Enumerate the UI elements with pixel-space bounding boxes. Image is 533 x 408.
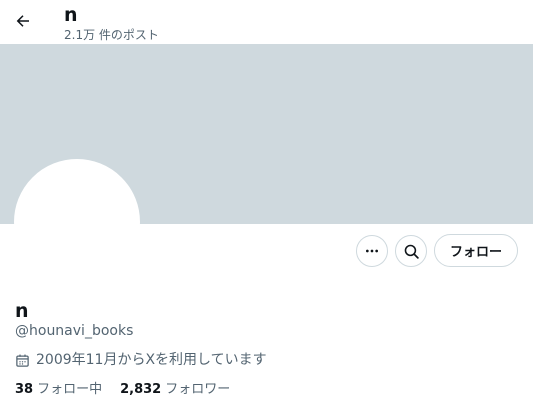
profile-handle: @hounavi_books [15, 323, 134, 339]
follow-stats: 38 フォロー中 2,832 フォロワー [15, 381, 248, 399]
arrow-left-icon [16, 15, 29, 27]
joined-text: 2009年11月からXを利用しています [36, 352, 267, 368]
back-button[interactable] [10, 8, 36, 34]
following-label: フォロー中 [37, 382, 103, 397]
search-icon [404, 244, 419, 259]
followers-link[interactable]: 2,832 フォロワー [120, 381, 230, 399]
profile-name: n [15, 300, 29, 322]
header-name: n [64, 4, 78, 26]
joined-date: 2009年11月からXを利用しています [15, 351, 267, 369]
more-button[interactable] [356, 235, 388, 267]
search-button[interactable] [395, 235, 427, 267]
following-link[interactable]: 38 フォロー中 [15, 381, 102, 399]
calendar-icon [15, 352, 31, 368]
followers-label: フォロワー [165, 382, 231, 397]
post-count: 2.1万 件のポスト [64, 28, 159, 42]
following-count: 38 [15, 382, 34, 397]
profile-page: n 2.1万 件のポスト フォロー n @hounavi_books 2009年… [0, 0, 533, 408]
follow-button[interactable]: フォロー [434, 234, 518, 267]
followers-count: 2,832 [120, 382, 162, 397]
avatar[interactable] [14, 159, 140, 285]
top-header: n 2.1万 件のポスト [0, 0, 533, 44]
more-horizontal-icon [366, 249, 378, 253]
